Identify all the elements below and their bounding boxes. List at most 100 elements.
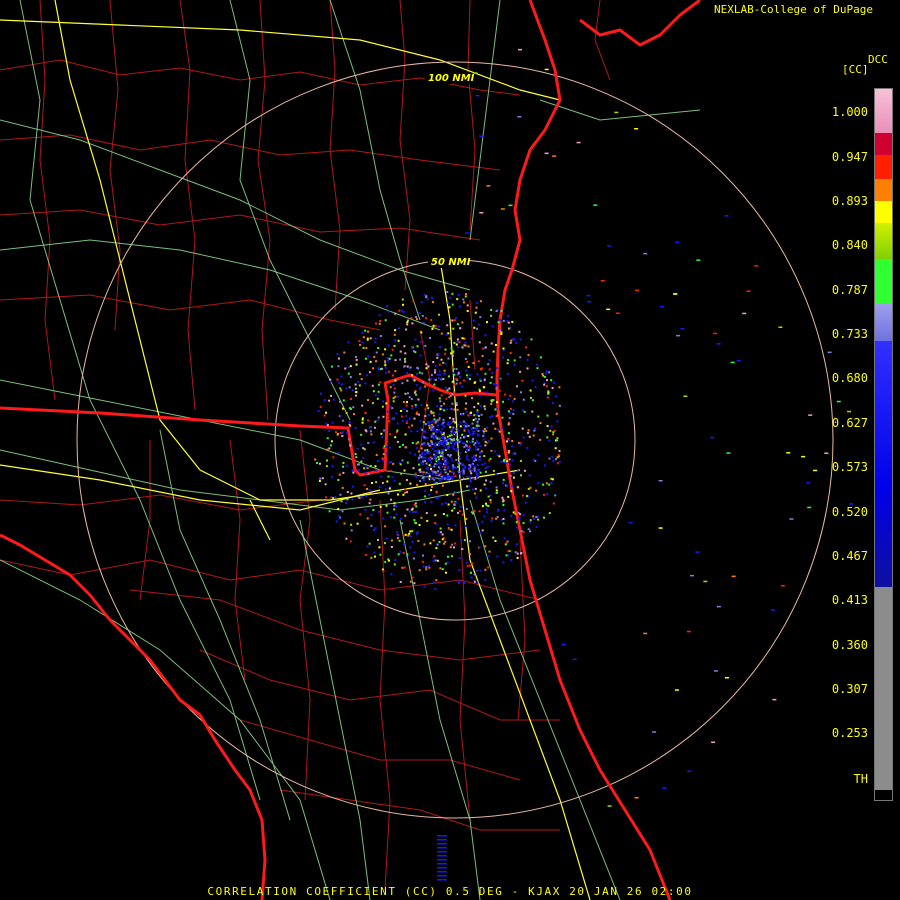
radar-return: [517, 116, 522, 118]
radar-return: [482, 432, 485, 435]
radar-return: [348, 423, 351, 426]
scale-seg-crimson: [875, 133, 892, 155]
radar-return: [377, 347, 380, 349]
radar-return: [386, 410, 389, 413]
radar-return: [342, 465, 345, 468]
radar-return: [386, 480, 389, 483]
radar-return: [424, 490, 427, 493]
radar-return: [466, 455, 469, 457]
radar-return: [399, 350, 402, 353]
radar-return: [418, 569, 421, 572]
radar-return: [479, 569, 482, 572]
radar-return: [364, 508, 367, 511]
radar-return: [522, 436, 525, 439]
legend-tick-8: 0.573: [831, 460, 868, 474]
radar-return: [431, 473, 434, 476]
radar-return: [462, 420, 465, 423]
radar-return: [465, 508, 468, 510]
radar-return: [365, 357, 367, 360]
radar-return: [355, 355, 357, 358]
radar-return: [502, 356, 504, 359]
radar-return: [521, 379, 524, 382]
radar-return: [409, 580, 412, 583]
radar-return: [405, 404, 408, 407]
radar-return: [424, 344, 427, 347]
radar-return: [401, 382, 404, 385]
radar-return: [476, 476, 479, 479]
radar-return: [382, 453, 385, 456]
radar-return: [400, 415, 403, 418]
radar-return: [442, 378, 445, 380]
radar-return: [456, 323, 459, 326]
radar-return: [355, 391, 358, 394]
radar-return: [420, 331, 423, 334]
radar-return: [551, 387, 554, 390]
radar-return: [352, 389, 355, 392]
radar-return: [413, 350, 415, 353]
radar-return: [446, 324, 449, 327]
radar-return: [443, 352, 446, 355]
radar-return: [379, 320, 382, 322]
radar-return: [487, 505, 490, 507]
radar-return: [462, 473, 464, 476]
radar-return: [337, 381, 340, 384]
radar-return: [411, 407, 413, 410]
radar-return: [531, 379, 534, 382]
radar-return: [512, 400, 515, 403]
radar-return: [420, 427, 423, 430]
radar-return: [501, 416, 504, 419]
radar-return: [381, 405, 384, 408]
radar-return: [539, 356, 542, 359]
radar-return: [414, 453, 416, 456]
radar-return: [537, 518, 540, 521]
radar-return: [388, 559, 390, 562]
radar-return: [703, 580, 708, 583]
radar-return: [416, 373, 419, 375]
radar-return: [385, 537, 388, 540]
radar-return: [510, 490, 513, 493]
radar-return: [537, 415, 540, 418]
radar-return: [409, 366, 412, 369]
radar-return: [461, 346, 464, 349]
radar-return: [437, 835, 447, 837]
radar-return: [439, 468, 442, 471]
radar-return: [422, 321, 425, 324]
radar-return: [437, 420, 440, 423]
radar-return: [471, 456, 474, 459]
radar-return: [512, 476, 515, 479]
radar-return: [502, 319, 505, 322]
radar-return: [415, 505, 418, 508]
radar-return: [364, 329, 367, 332]
radar-return: [413, 379, 416, 382]
radar-return: [528, 474, 531, 477]
radar-return: [456, 408, 459, 411]
radar-return: [406, 554, 409, 557]
radar-return: [492, 422, 495, 425]
radar-return: [489, 480, 492, 483]
radar-return: [456, 298, 459, 301]
radar-return: [375, 322, 377, 325]
radar-return: [424, 460, 427, 462]
radar-return: [372, 367, 375, 370]
radar-return: [366, 545, 369, 548]
radar-return: [488, 359, 491, 362]
radar-return: [441, 533, 444, 536]
radar-return: [350, 523, 353, 526]
radar-return: [442, 420, 445, 423]
radar-return: [390, 498, 393, 501]
ring-label-50: 50 NMI: [431, 257, 471, 268]
legend-tick-14: 0.253: [831, 726, 868, 740]
radar-return: [430, 489, 433, 492]
radar-return: [423, 436, 426, 439]
radar-return: [411, 424, 414, 427]
radar-return: [424, 476, 427, 479]
radar-return: [478, 418, 480, 421]
radar-return: [414, 338, 417, 341]
radar-return: [457, 465, 460, 468]
radar-return: [556, 437, 559, 440]
radar-return: [348, 386, 351, 389]
radar-return: [713, 332, 718, 335]
radar-return: [416, 366, 419, 369]
radar-return: [506, 484, 509, 487]
radar-return: [557, 453, 560, 456]
